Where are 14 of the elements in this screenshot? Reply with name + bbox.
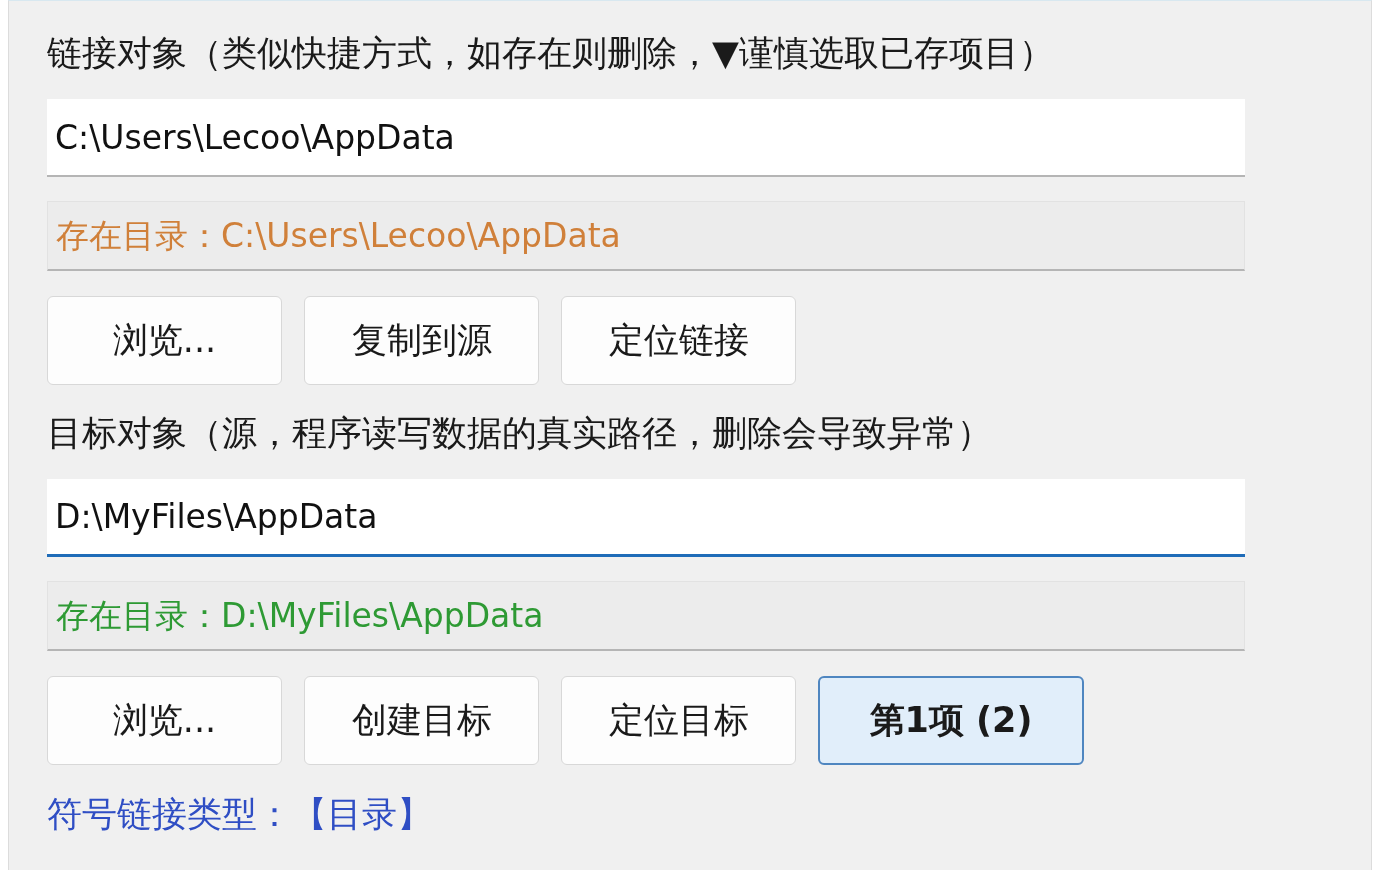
status-field: 存在目录：D:\MyFiles\AppData: [47, 581, 1245, 651]
section-label: 目标对象（源，程序读写数据的真实路径，删除会导致异常）: [47, 412, 993, 455]
path-input-field[interactable]: C:\Users\Lecoo\AppData: [47, 99, 1245, 177]
status-field: 存在目录：C:\Users\Lecoo\AppData: [47, 201, 1245, 271]
action-button[interactable]: 浏览...: [47, 296, 282, 385]
link-type-text: 符号链接类型：【目录】: [47, 793, 433, 836]
action-button[interactable]: 复制到源: [304, 296, 539, 385]
path-input-field[interactable]: D:\MyFiles\AppData: [47, 479, 1245, 557]
action-button[interactable]: 浏览...: [47, 676, 282, 765]
action-button[interactable]: 创建目标: [304, 676, 539, 765]
action-button[interactable]: 定位链接: [561, 296, 796, 385]
action-button[interactable]: 定位目标: [561, 676, 796, 765]
action-button[interactable]: 第1项 (2): [818, 676, 1084, 765]
section-label: 链接对象（类似快捷方式，如存在则删除，▼谨慎选取已存项目）: [47, 32, 1055, 75]
